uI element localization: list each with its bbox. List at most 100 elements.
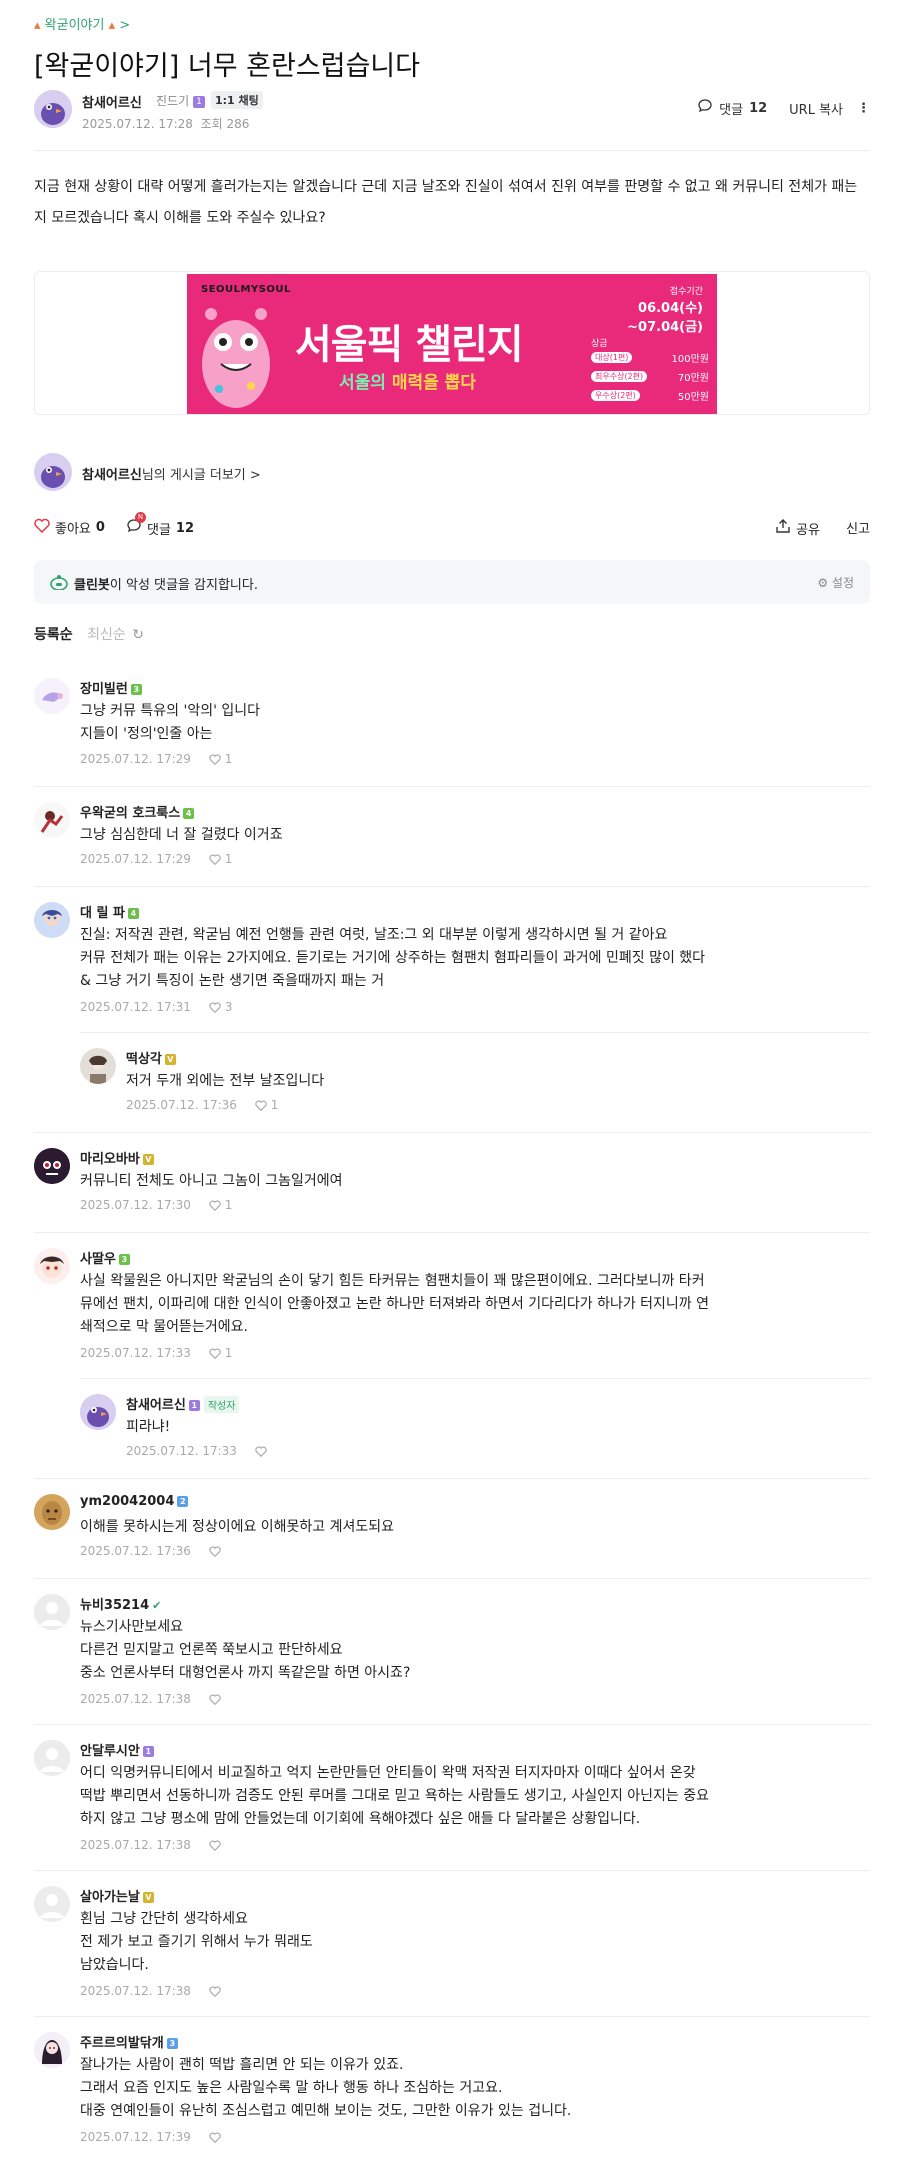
level-badge: 3	[130, 684, 142, 695]
avatar[interactable]	[34, 1494, 70, 1530]
report-button[interactable]: 신고	[846, 518, 870, 537]
like-icon[interactable]	[255, 1444, 267, 1458]
cleanbot-icon	[50, 574, 68, 594]
comment-text: 저거 두개 외에는 전부 날조입니다	[126, 1073, 325, 1089]
more-posts-link[interactable]: 참새어르신님의 게시글 더보기 >	[82, 464, 261, 483]
avatar[interactable]	[34, 90, 72, 128]
sprout-icon: ✔	[152, 1599, 162, 1612]
avatar[interactable]	[34, 2032, 70, 2068]
divider	[34, 786, 870, 787]
sort-latest[interactable]: 최신순	[87, 627, 126, 643]
gear-icon: ⚙	[817, 576, 829, 590]
comment-item: 살아가는날 V 횐님 그냥 간단히 생각하세요 전 제가 보고 즐기기 위해서 누가…	[34, 1886, 870, 2006]
like-button[interactable]: 좋아요 0	[34, 518, 105, 537]
share-icon	[775, 518, 791, 538]
comment-item: 대 릴 파4 진실: 저작권 관련, 왁굳님 예전 언행들 관련 여럿, 날조:…	[34, 902, 870, 1022]
comment-text: 그냥 심심한데 너 잘 걸렸다 이거죠	[80, 827, 283, 843]
sort-registered[interactable]: 등록순	[34, 627, 73, 643]
comment-author[interactable]: 마리오바바 V	[80, 1148, 154, 1167]
author-grade: 진드기 1	[156, 92, 205, 109]
like-icon[interactable]	[209, 1984, 221, 1998]
chat-button[interactable]: 1:1 채팅	[211, 91, 263, 109]
divider	[80, 1378, 870, 1379]
like-icon[interactable]: 1	[209, 852, 232, 866]
avatar[interactable]	[34, 1740, 70, 1776]
divider	[80, 1032, 870, 1033]
like-icon[interactable]: 1	[209, 1346, 232, 1360]
comment-author[interactable]: 우왁굳의 호크룩스 4	[80, 802, 195, 821]
comment-author[interactable]: ym20042004 2	[80, 1494, 189, 1509]
like-icon[interactable]: 1	[255, 1098, 278, 1112]
like-icon[interactable]: 1	[209, 752, 232, 766]
more-menu-icon[interactable]: ⋮	[857, 101, 870, 116]
fire-icon: ▴	[108, 18, 116, 33]
cleanbot-text: 클린봇이 악성 댓글을 감지합니다.	[74, 578, 258, 593]
like-icon[interactable]	[209, 2130, 221, 2144]
comment-author[interactable]: 사딸우 3	[80, 1248, 130, 1267]
url-copy-button[interactable]: URL 복사	[789, 99, 843, 118]
like-icon[interactable]	[209, 1838, 221, 1852]
more-posts-row[interactable]: 참새어르신님의 게시글 더보기 >	[34, 452, 870, 492]
avatar[interactable]	[34, 1148, 70, 1184]
banner-headline: 서울픽 챌린지	[295, 322, 524, 368]
comment-meta: 2025.07.12. 17:31 3	[80, 1000, 233, 1014]
avatar[interactable]	[34, 902, 70, 938]
comment-author[interactable]: 참새어르신 1 작성자	[126, 1394, 240, 1413]
comment-meta: 2025.07.12. 17:33	[126, 1444, 267, 1458]
comment-label[interactable]: 댓글	[719, 99, 743, 118]
comment-sort: 등록순 최신순 ↻	[34, 624, 144, 644]
action-row: 좋아요 0 N 댓글 12 공유 신고	[34, 512, 870, 540]
avatar[interactable]	[34, 802, 70, 838]
avatar[interactable]	[34, 1248, 70, 1284]
avatar[interactable]	[34, 678, 70, 714]
avatar[interactable]	[34, 1886, 70, 1922]
breadcrumb[interactable]: ▴ 왁굳이야기 ▴ >	[34, 14, 130, 33]
banner-prizes: 대상(1편) 100만원 최우수상(2편) 70만원 우수상(2편) 50만원	[591, 348, 709, 405]
board-link[interactable]: 왁굳이야기	[45, 18, 105, 33]
comment-text: 피라냐!	[126, 1419, 171, 1435]
comment-meta: 2025.07.12. 17:33 1	[80, 1346, 233, 1360]
divider	[34, 150, 870, 151]
comment-item: 안달루시안 1 어디 익명커뮤니티에서 비교질하고 억지 논란만들던 안티들이 왁…	[34, 1740, 870, 1860]
prize-row: 우수상(2편) 50만원	[591, 386, 709, 405]
author-name[interactable]: 참새어르신	[82, 92, 142, 111]
comment-author[interactable]: 살아가는날 V	[80, 1886, 154, 1905]
comment-meta: 2025.07.12. 17:38	[80, 1984, 221, 1998]
comment-icon[interactable]	[697, 98, 713, 118]
prize-row: 최우수상(2편) 70만원	[591, 367, 709, 386]
comment-author[interactable]: 떡상각 V	[126, 1048, 176, 1067]
divider	[34, 1578, 870, 1579]
divider	[34, 1232, 870, 1233]
avatar[interactable]	[80, 1048, 116, 1084]
refresh-icon[interactable]: ↻	[132, 627, 144, 643]
level-badge: 4	[183, 808, 195, 819]
like-icon[interactable]	[209, 1544, 221, 1558]
comment-item: 장미빌런 3 그냥 커뮤 특유의 '악의' 입니다 지들이 '정의'인줄 아는 20…	[34, 678, 870, 774]
avatar[interactable]	[80, 1394, 116, 1430]
avatar[interactable]	[34, 1594, 70, 1630]
comment-author[interactable]: 주르르의발닦개 3	[80, 2032, 178, 2051]
comment-author[interactable]: 안달루시안 1	[80, 1740, 154, 1759]
writer-tag: 작성자	[203, 1396, 240, 1413]
comment-text: 그냥 커뮤 특유의 '악의' 입니다 지들이 '정의'인줄 아는	[80, 703, 261, 742]
like-icon[interactable]: 3	[209, 1000, 232, 1014]
comment-toggle[interactable]: N 댓글 12	[126, 512, 194, 538]
level-badge: V	[142, 1892, 154, 1903]
divider	[34, 1724, 870, 1725]
post-body: 지금 현재 상황이 대략 어떻게 흘러가는지는 알겠습니다 근데 지금 날조와 …	[34, 179, 858, 226]
like-icon[interactable]: 1	[209, 1198, 232, 1212]
comment-item: 마리오바바 V 커뮤니티 전체도 아니고 그놈이 그놈일거에여 2025.07.1…	[34, 1148, 870, 1220]
level-badge: 4	[127, 908, 139, 919]
banner-period: 접수기간 06.04(수) ~07.04(금)	[627, 287, 703, 335]
ad-banner[interactable]: SEOULMYSOUL 서울픽 챌린지 서울의 매력을 뽑다 접수기간 06.0…	[187, 274, 717, 414]
like-icon[interactable]	[209, 1692, 221, 1706]
comment-author[interactable]: 뉴비35214 ✔	[80, 1594, 161, 1613]
cleanbot-bar: 클린봇이 악성 댓글을 감지합니다. ⚙ 설정	[34, 560, 870, 604]
comment-author[interactable]: 대 릴 파4	[80, 902, 139, 921]
share-button[interactable]: 공유	[775, 518, 820, 538]
comment-text: 횐님 그냥 간단히 생각하세요 전 제가 보고 즐기기 위해서 누가 뭐래도 남았습…	[80, 1911, 313, 1973]
level-badge: 1	[142, 1746, 154, 1757]
comment-author[interactable]: 장미빌런 3	[80, 678, 142, 697]
cleanbot-settings[interactable]: ⚙ 설정	[817, 574, 854, 591]
avatar[interactable]	[34, 453, 72, 491]
